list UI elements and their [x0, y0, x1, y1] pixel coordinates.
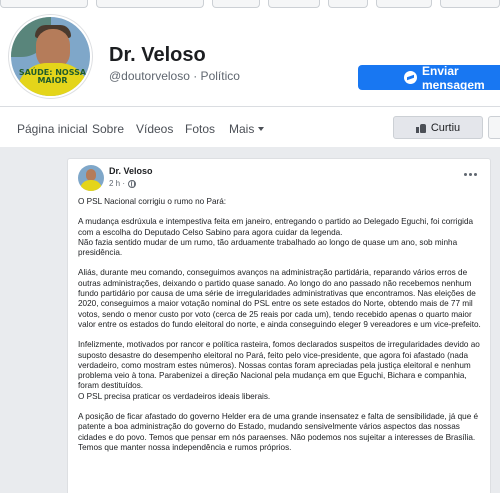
post-paragraph: A posição de ficar afastado do governo H… [78, 412, 479, 452]
post-paragraph: O PSL Nacional corrigiu o rumo no Pará: [78, 197, 227, 206]
tab-about[interactable]: Sobre [92, 122, 124, 136]
thumbs-up-icon [415, 123, 426, 133]
post-timestamp[interactable]: 2 h · [109, 179, 125, 188]
top-card-segment [376, 0, 432, 8]
tab-home[interactable]: Página inicial [17, 122, 88, 136]
globe-icon [128, 179, 137, 188]
post-avatar[interactable] [78, 165, 104, 191]
send-message-label: Enviar mensagem [422, 63, 485, 92]
top-card-segment [0, 0, 88, 8]
top-card-segment [268, 0, 320, 8]
caret-down-icon [258, 127, 265, 131]
tab-more[interactable]: Mais [229, 122, 265, 136]
more-options-icon[interactable] [464, 173, 477, 176]
post-paragraph: Infelizmente, motivados por rancor e pol… [78, 340, 480, 391]
post-paragraph: Não fazia sentido mudar de um rumo, tão … [78, 237, 458, 258]
page-title[interactable]: Dr. Veloso [109, 44, 206, 67]
tab-more-label: Mais [229, 122, 255, 136]
post-paragraph: Aliás, durante meu comando, conseguimos … [78, 268, 481, 329]
top-card-segment [328, 0, 368, 8]
top-card-segment [440, 0, 500, 8]
liked-label: Curtiu [430, 121, 461, 134]
post-meta: 2 h · [109, 179, 137, 188]
post-paragraph: O PSL precisa praticar os verdadeiros id… [78, 391, 271, 401]
messenger-icon [404, 71, 417, 84]
post-text: O PSL Nacional corrigiu o rumo no Pará: … [78, 197, 483, 463]
profile-avatar[interactable]: SAÚDE: NOSSA MAIOR [9, 15, 92, 98]
top-card-segment [212, 0, 260, 8]
top-card-edge [0, 0, 500, 8]
following-button-edge[interactable] [488, 116, 500, 139]
page-handle: @doutorveloso · Político [109, 69, 240, 83]
liked-button[interactable]: Curtiu [393, 116, 483, 139]
post-paragraph: A mudança esdrúxula e intempestiva feita… [78, 217, 474, 237]
post-author[interactable]: Dr. Veloso [109, 166, 153, 176]
tab-photos[interactable]: Fotos [185, 122, 215, 136]
send-message-button[interactable]: Enviar mensagem [358, 63, 500, 92]
shirt-print: SAÚDE: NOSSA MAIOR [18, 68, 87, 85]
tab-videos[interactable]: Vídeos [136, 122, 173, 136]
post-card: Dr. Veloso 2 h · O PSL Nacional corrigiu… [67, 158, 491, 493]
top-card-segment [96, 0, 204, 8]
